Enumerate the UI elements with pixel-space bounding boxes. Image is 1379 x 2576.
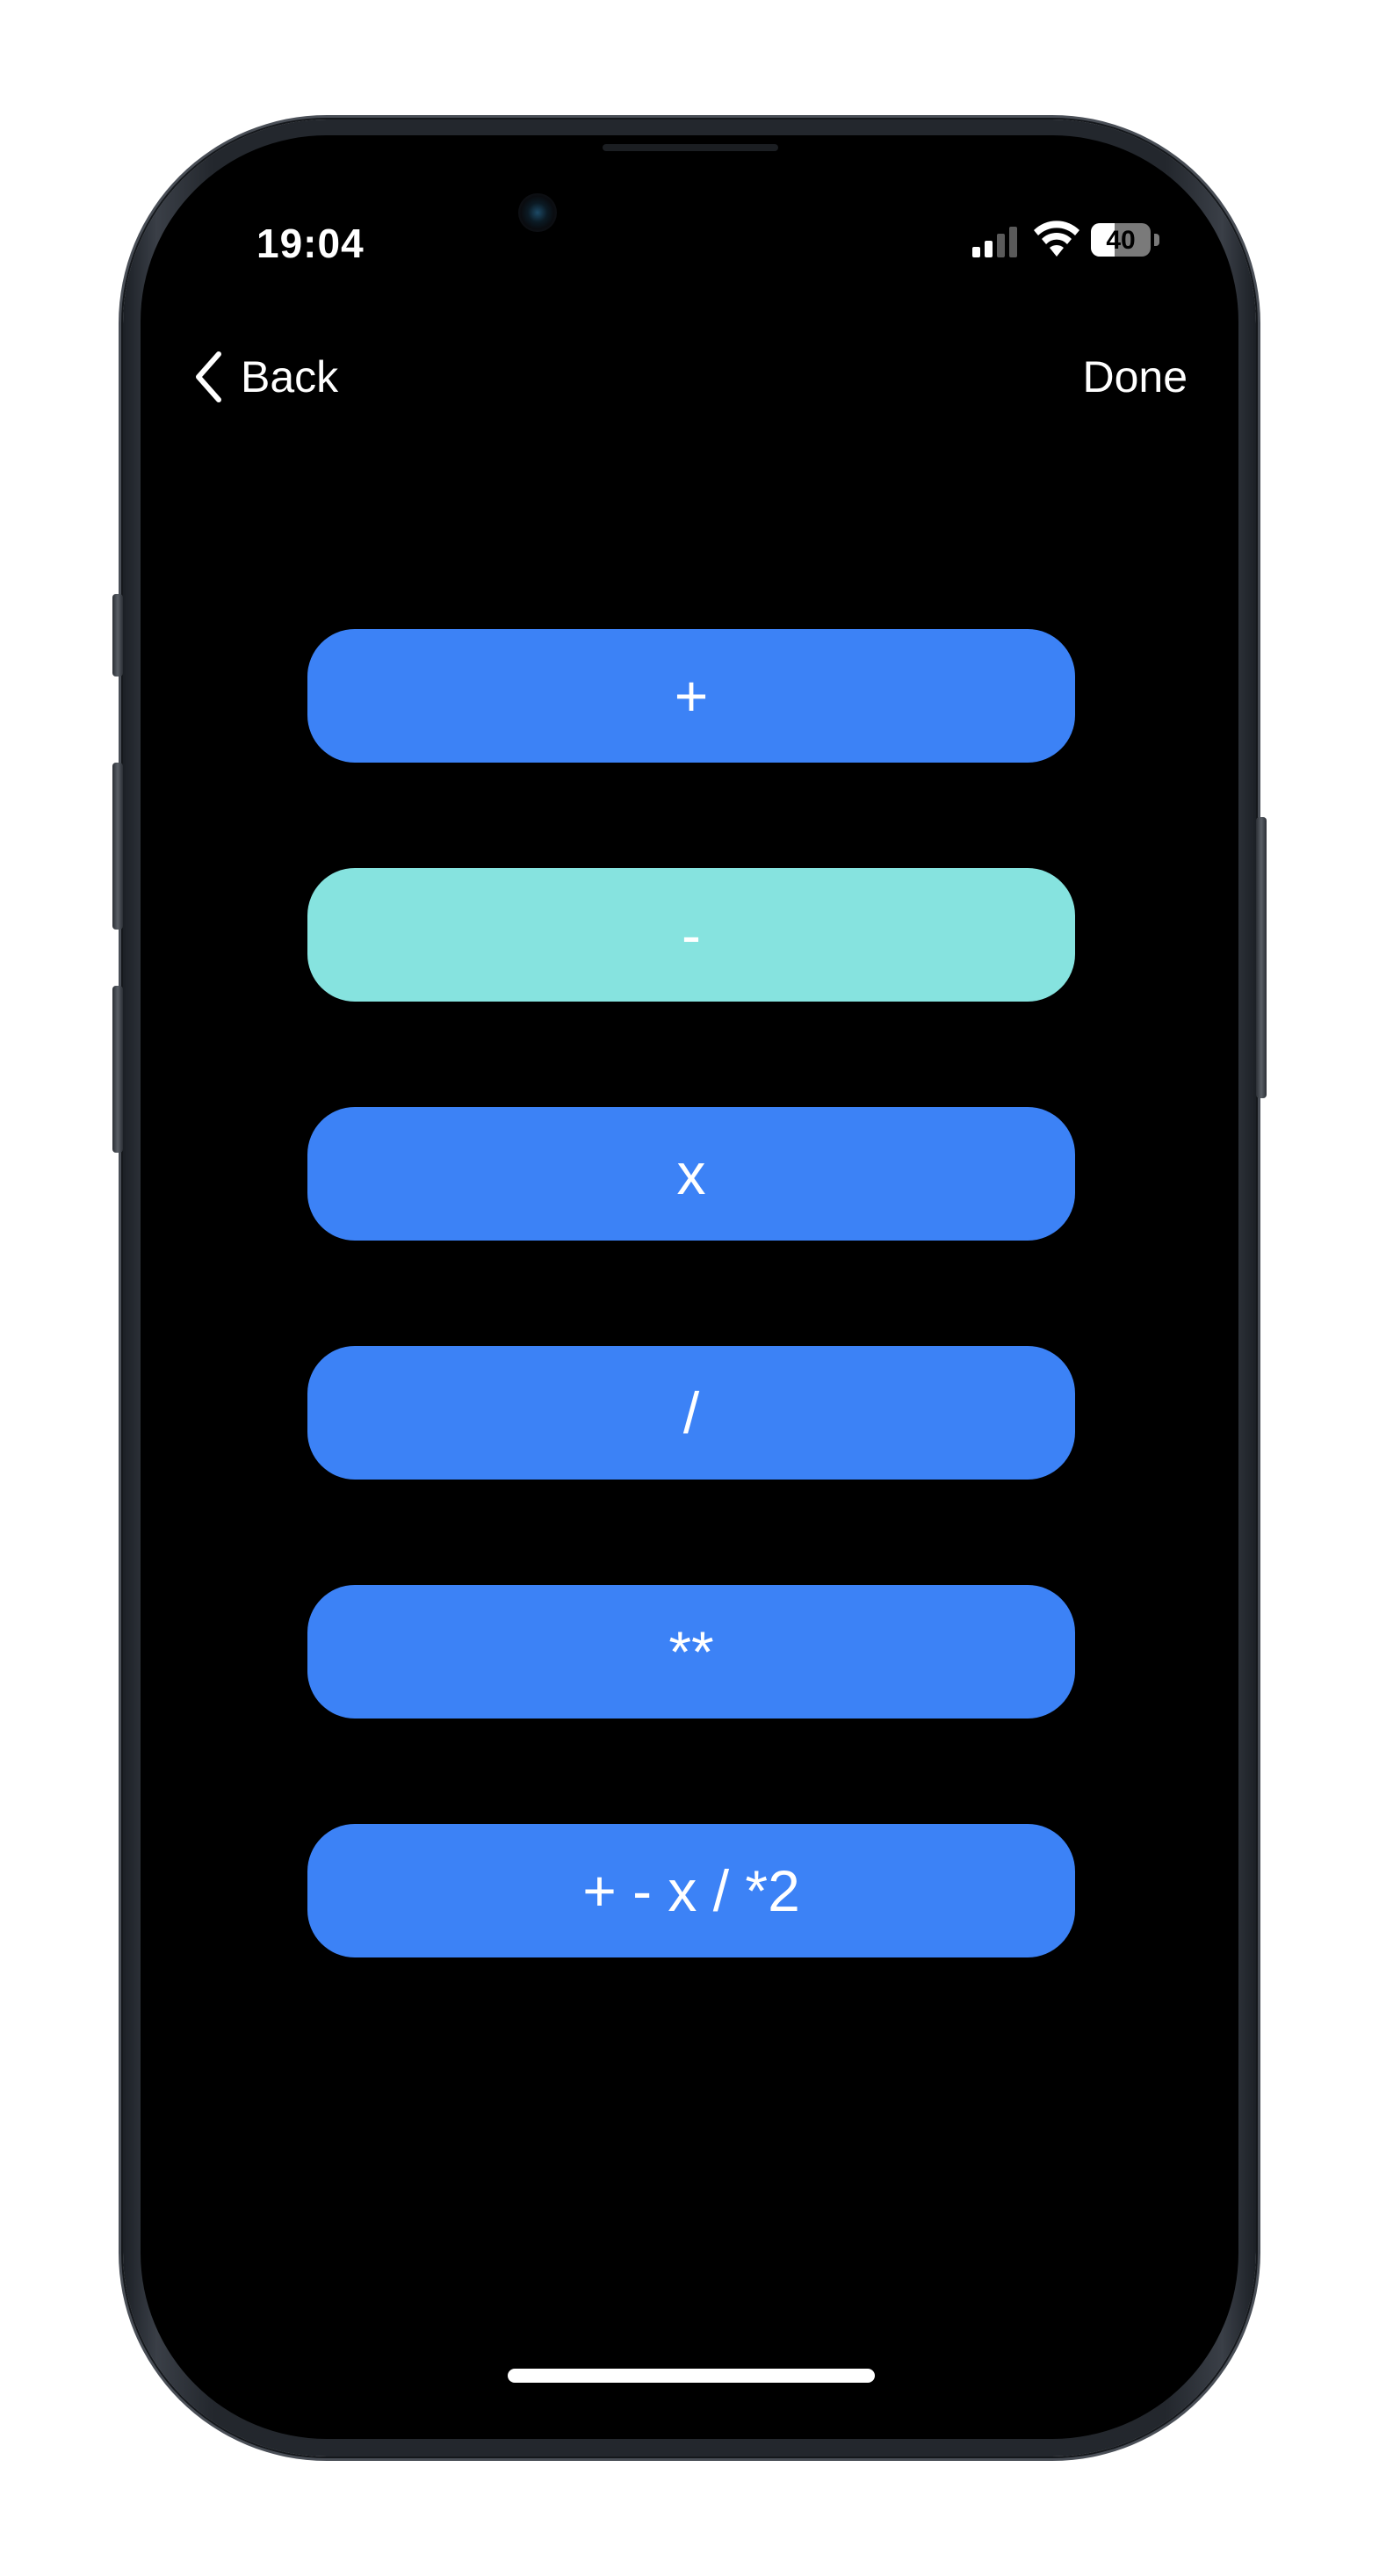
operation-button-subtract[interactable]: - — [307, 868, 1075, 1002]
status-bar: 19:04 40 — [141, 135, 1238, 276]
done-label: Done — [1082, 352, 1188, 402]
status-time: 19:04 — [256, 221, 365, 266]
wifi-icon — [1033, 220, 1080, 258]
navigation-bar: Back Done — [141, 329, 1238, 416]
back-button[interactable]: Back — [193, 346, 338, 408]
battery-cap — [1154, 234, 1159, 246]
operation-list: + - x / ** + - x / *2 — [307, 629, 1075, 2063]
chevron-left-icon — [196, 351, 221, 402]
battery-percent: 40 — [1106, 226, 1136, 255]
volume-down-button — [112, 986, 123, 1153]
signal-bar — [972, 247, 980, 257]
cellular-signal-icon — [972, 226, 1018, 257]
operation-label: + — [674, 663, 709, 728]
operation-button-divide[interactable]: / — [307, 1346, 1075, 1480]
operation-label: - — [682, 902, 701, 967]
operation-button-multiply[interactable]: x — [307, 1107, 1075, 1241]
volume-up-button — [112, 763, 123, 930]
operation-label: x — [676, 1141, 706, 1206]
operation-button-power[interactable]: ** — [307, 1585, 1075, 1719]
action-button — [112, 594, 123, 677]
signal-bar — [997, 234, 1005, 257]
operation-label: + - x / *2 — [582, 1858, 800, 1923]
operation-label: / — [682, 1380, 700, 1445]
back-label: Back — [241, 352, 339, 402]
battery-icon: 40 — [1091, 223, 1151, 257]
home-indicator[interactable] — [508, 2369, 875, 2383]
operation-button-mixed[interactable]: + - x / *2 — [307, 1824, 1075, 1957]
operation-label: ** — [668, 1619, 714, 1684]
operation-button-add[interactable]: + — [307, 629, 1075, 763]
signal-bar — [1009, 227, 1017, 257]
signal-bar — [985, 241, 993, 257]
done-button[interactable]: Done — [1082, 346, 1188, 408]
screen: 19:04 40 Back Done + - x / ** + - x / *2 — [141, 135, 1238, 2439]
power-button — [1256, 817, 1267, 1098]
